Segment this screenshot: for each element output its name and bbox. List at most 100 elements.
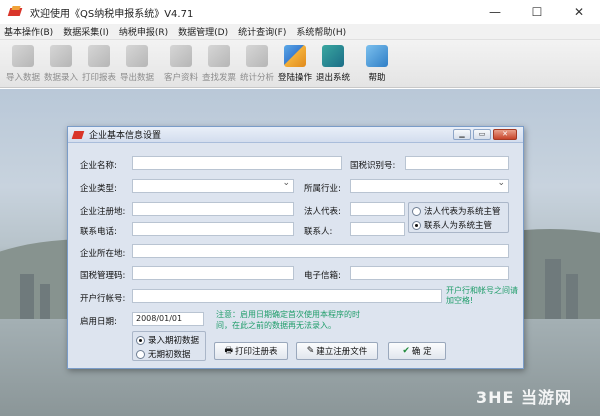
industry-select[interactable] <box>350 177 509 193</box>
radio-contact-supervisor-label: 联系人为系统主管 <box>424 221 493 231</box>
tax-id-label: 国税识别号: <box>350 161 396 171</box>
bank-account-note: 开户行和帐号之间请加空格! <box>446 286 518 305</box>
reg-address-input[interactable] <box>132 202 294 216</box>
close-button[interactable]: ✕ <box>558 0 600 24</box>
login-label: 登陆操作 <box>277 73 312 83</box>
customer-info-button[interactable]: 客户资料 <box>162 42 200 86</box>
radio-contact-supervisor[interactable]: 联系人为系统主管 <box>412 219 492 231</box>
import-icon <box>12 45 34 67</box>
find-invoice-button[interactable]: 查找发票 <box>200 42 238 86</box>
bank-account-input[interactable] <box>132 289 442 303</box>
exit-system-button[interactable]: 退出系统 <box>314 42 352 86</box>
statistics-icon <box>246 45 268 67</box>
tax-code-input[interactable] <box>132 266 294 280</box>
start-date-input[interactable]: 2008/01/01 <box>132 312 204 326</box>
export-data-label: 导出数据 <box>119 73 154 83</box>
menu-tax-filing[interactable]: 纳税申报(R) <box>119 25 168 38</box>
email-label: 电子信箱: <box>304 271 341 281</box>
pen-icon: ✎ <box>306 346 315 356</box>
radio-enter-initial-data-label: 录入期初数据 <box>148 336 200 346</box>
customer-icon <box>170 45 192 67</box>
menu-system-help[interactable]: 系统帮助(H) <box>296 25 346 38</box>
menu-data-management[interactable]: 数据管理(D) <box>178 25 228 38</box>
company-type-select[interactable] <box>132 177 294 193</box>
customer-info-label: 客户资料 <box>163 73 198 83</box>
menu-data-collection[interactable]: 数据采集(I) <box>63 25 109 38</box>
dialog-maximize-button[interactable]: ▭ <box>473 129 491 140</box>
menu-basic-ops[interactable]: 基本操作(B) <box>4 25 53 38</box>
exit-icon <box>322 45 344 67</box>
watermark-logo: 3HE 当游网 <box>475 388 572 407</box>
legal-rep-input[interactable] <box>350 202 405 216</box>
bank-account-label: 开户行帐号: <box>80 294 126 304</box>
find-invoice-label: 查找发票 <box>201 73 236 83</box>
radio-dot-checked <box>412 220 421 230</box>
help-label: 帮助 <box>368 73 386 83</box>
start-date-note-line1: 注意：启用日期确定首次使用本程序的时 <box>216 310 360 319</box>
minimize-button[interactable]: — <box>474 0 516 24</box>
data-entry-icon <box>50 45 72 67</box>
start-date-label: 启用日期: <box>80 317 117 327</box>
phone-input[interactable] <box>132 222 294 236</box>
create-registration-file-button[interactable]: ✎ 建立注册文件 <box>296 342 378 360</box>
email-input[interactable] <box>350 266 509 280</box>
statistics-button[interactable]: 统计分析 <box>238 42 276 86</box>
radio-legal-rep-supervisor[interactable]: 法人代表为系统主管 <box>412 205 501 217</box>
maximize-button[interactable]: ☐ <box>516 0 558 24</box>
data-entry-button[interactable]: 数据录入 <box>42 42 80 86</box>
dialog-title-bar: 企业基本信息设置 ▁ ▭ ✕ <box>68 127 523 143</box>
menu-bar: 基本操作(B) 数据采集(I) 纳税申报(R) 数据管理(D) 统计查询(F) … <box>0 24 600 40</box>
contact-label: 联系人: <box>304 227 333 237</box>
window-title: 欢迎使用《QS纳税申报系统》V4.71 <box>30 8 194 20</box>
printer-icon: 🖶 <box>224 346 233 356</box>
dialog-title: 企业基本信息设置 <box>89 131 162 141</box>
reg-address-label: 企业注册地: <box>80 207 126 217</box>
print-report-button[interactable]: 打印报表 <box>80 42 118 86</box>
data-entry-label: 数据录入 <box>43 73 78 83</box>
company-type-label: 企业类型: <box>80 184 117 194</box>
radio-dot <box>136 349 145 359</box>
radio-enter-initial-data[interactable]: 录入期初数据 <box>136 334 199 346</box>
toolbar: 导入数据 数据录入 打印报表 导出数据 客户资料 查找发票 统计分析 登陆操作 … <box>0 40 600 88</box>
phone-label: 联系电话: <box>80 227 117 237</box>
tax-id-input[interactable] <box>405 156 509 170</box>
radio-legal-rep-supervisor-label: 法人代表为系统主管 <box>424 207 501 217</box>
location-label: 企业所在地: <box>80 249 126 259</box>
print-registration-label: 打印注册表 <box>234 347 278 357</box>
radio-no-initial-data-label: 无期初数据 <box>148 350 191 360</box>
export-data-button[interactable]: 导出数据 <box>118 42 156 86</box>
ok-button[interactable]: ✔ 确 定 <box>388 342 446 360</box>
company-info-dialog: 企业基本信息设置 ▁ ▭ ✕ 企业名称: 国税识别号: 企业类型: 所属行业: … <box>67 126 524 369</box>
statistics-label: 统计分析 <box>239 73 274 83</box>
company-name-input[interactable] <box>132 156 342 170</box>
dialog-minimize-button[interactable]: ▁ <box>453 129 471 140</box>
print-report-icon <box>88 45 110 67</box>
menu-statistics[interactable]: 统计查询(F) <box>238 25 286 38</box>
import-data-label: 导入数据 <box>5 73 40 83</box>
import-data-button[interactable]: 导入数据 <box>4 42 42 86</box>
create-registration-file-label: 建立注册文件 <box>316 347 368 357</box>
help-button[interactable]: 帮助 <box>358 42 396 86</box>
dialog-close-button[interactable]: ✕ <box>493 129 517 140</box>
check-icon: ✔ <box>402 346 410 356</box>
tax-code-label: 国税管理码: <box>80 271 126 281</box>
contact-input[interactable] <box>350 222 405 236</box>
login-button[interactable]: 登陆操作 <box>276 42 314 86</box>
radio-no-initial-data[interactable]: 无期初数据 <box>136 348 191 360</box>
print-report-label: 打印报表 <box>81 73 116 83</box>
find-invoice-icon <box>208 45 230 67</box>
app-logo-icon <box>8 5 22 19</box>
print-registration-button[interactable]: 🖶 打印注册表 <box>214 342 288 360</box>
radio-dot-checked <box>136 335 145 345</box>
legal-rep-label: 法人代表: <box>304 207 341 217</box>
exit-system-label: 退出系统 <box>315 73 350 83</box>
export-icon <box>126 45 148 67</box>
title-bar: 欢迎使用《QS纳税申报系统》V4.71 — ☐ ✕ <box>0 0 600 24</box>
window-controls: — ☐ ✕ <box>474 0 600 24</box>
help-icon <box>366 45 388 67</box>
company-name-label: 企业名称: <box>80 161 117 171</box>
start-date-note-line2: 间，在此之前的数据再无法录入。 <box>216 321 336 330</box>
industry-label: 所属行业: <box>304 184 341 194</box>
location-input[interactable] <box>132 244 509 258</box>
dialog-form: 企业名称: 国税识别号: 企业类型: 所属行业: 企业注册地: 法人代表: 法人… <box>68 143 523 368</box>
